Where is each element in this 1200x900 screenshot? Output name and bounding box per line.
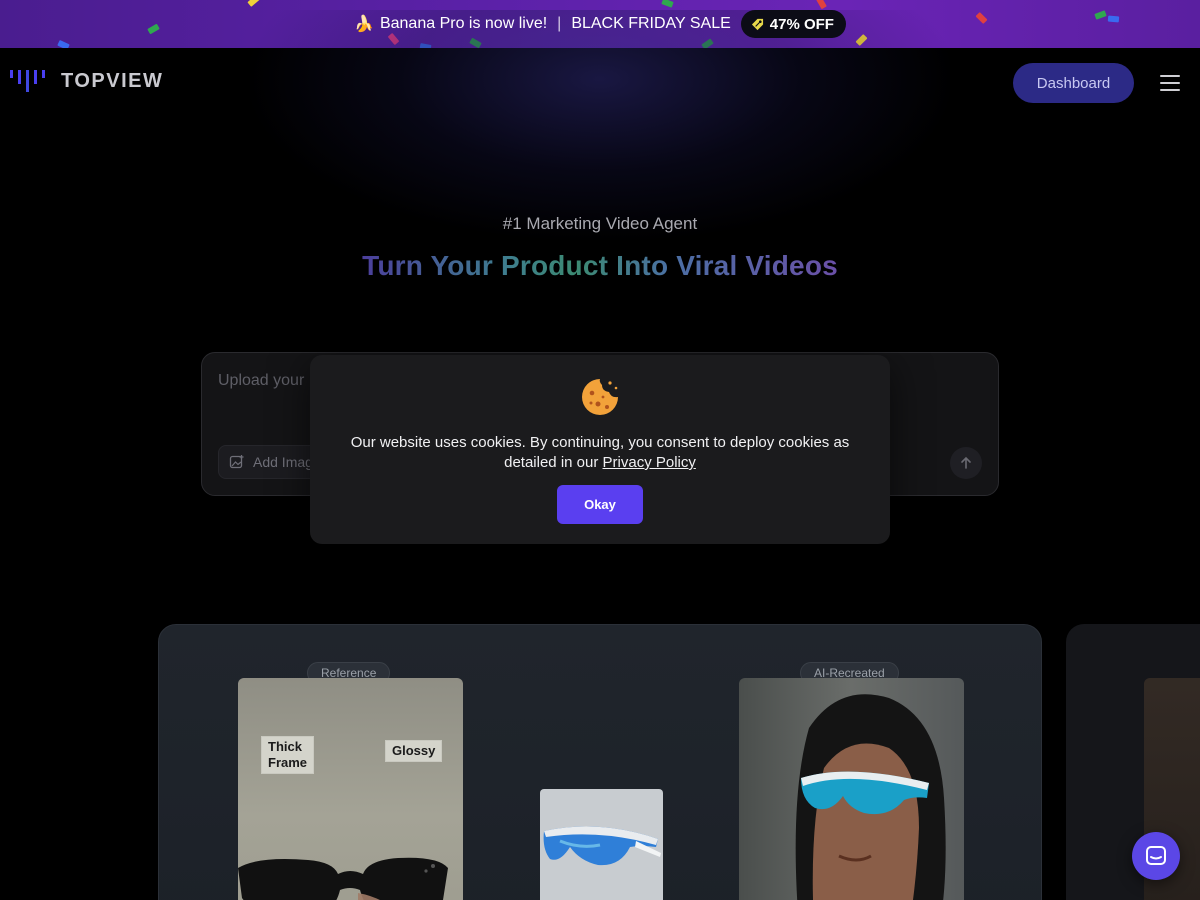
cookie-message: Our website uses cookies. By continuing,… (340, 433, 860, 473)
black-glasses-image (238, 857, 448, 900)
confetti (419, 43, 432, 48)
confetti (469, 37, 482, 48)
chat-icon (1146, 846, 1166, 865)
confetti (855, 33, 868, 47)
confetti (816, 0, 827, 10)
tag-icon (751, 18, 763, 30)
logo-text: TOPVIEW (61, 69, 164, 92)
image-add-icon (229, 455, 244, 469)
confetti (1094, 10, 1107, 20)
banner-separator: | (557, 15, 562, 32)
showcase-card: Reference AI-Recreated Thick Frame Gloss… (158, 624, 1042, 900)
cookie-icon (582, 379, 618, 415)
privacy-policy-link[interactable]: Privacy Policy (603, 454, 696, 471)
promo-banner[interactable]: 🍌 Banana Pro is now live! | BLACK FRIDAY… (0, 0, 1200, 48)
confetti (1107, 15, 1120, 23)
discount-text: 47% OFF (769, 15, 834, 33)
banner-sale-text: BLACK FRIDAY SALE (571, 15, 731, 32)
confetti (57, 39, 70, 48)
confetti (147, 23, 160, 35)
product-image (540, 789, 663, 900)
reference-image: Thick Frame Glossy (238, 678, 463, 900)
confetti (387, 32, 400, 46)
thick-frame-tag: Thick Frame (261, 736, 315, 774)
topview-logo[interactable]: TOPVIEW (10, 68, 163, 94)
confetti (661, 0, 674, 8)
hamburger-menu-icon[interactable] (1156, 70, 1184, 96)
ai-recreated-image (739, 678, 964, 900)
dashboard-button[interactable]: Dashboard (1013, 63, 1134, 103)
topview-logo-icon (10, 70, 45, 92)
cookie-message-text: Our website uses cookies. By continuing,… (350, 434, 850, 471)
discount-badge[interactable]: 47% OFF (740, 10, 846, 38)
banner-announcement: 🍌 Banana Pro is now live! (354, 14, 547, 34)
add-image-label: Add Imag (253, 454, 313, 470)
hero-title: Turn Your Product Into Viral Videos (0, 250, 1200, 282)
cookie-consent-dialog: Our website uses cookies. By continuing,… (310, 355, 890, 544)
chat-support-button[interactable] (1132, 832, 1180, 880)
banner-announcement-text: Banana Pro is now live! (379, 15, 548, 32)
sport-sunglasses-image (543, 826, 661, 866)
arrow-up-icon (961, 456, 971, 469)
model-with-sunglasses-image (795, 694, 946, 900)
confetti (975, 11, 988, 25)
hero-title-text: Turn Your Product Into Viral Videos (362, 250, 838, 281)
hero-eyebrow: #1 Marketing Video Agent (502, 214, 698, 233)
confetti (247, 0, 260, 7)
glossy-tag: Glossy (385, 740, 443, 762)
banana-icon: 🍌 (354, 16, 374, 33)
okay-button[interactable]: Okay (557, 485, 643, 524)
send-button[interactable] (950, 447, 982, 479)
confetti (701, 38, 714, 48)
